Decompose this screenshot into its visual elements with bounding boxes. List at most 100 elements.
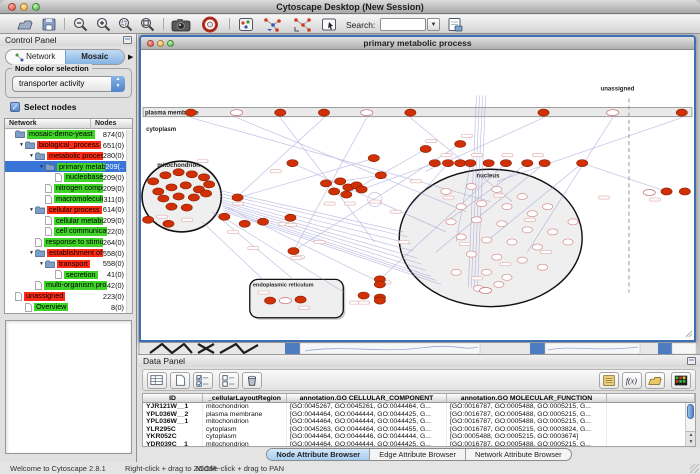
table-cell[interactable]: cytoplasm bbox=[203, 426, 287, 434]
frame-resize-grip[interactable] bbox=[686, 331, 692, 337]
table-cell[interactable]: [GO:0044464, GO:0044444, GO:0044425, G..… bbox=[287, 418, 447, 426]
network-node[interactable] bbox=[188, 194, 199, 201]
window-titlebar[interactable]: Cytoscape Desktop (New Session) bbox=[0, 0, 700, 14]
network-node[interactable] bbox=[198, 174, 209, 181]
network-node[interactable] bbox=[548, 229, 558, 235]
network-node[interactable] bbox=[527, 211, 537, 217]
table-cell[interactable]: [GO:0016787, GO:0005488, GO:0005215, G..… bbox=[447, 418, 607, 426]
network-node[interactable] bbox=[465, 160, 476, 167]
table-cell[interactable]: YJR121W__1 bbox=[143, 403, 203, 411]
attribute-list-icon[interactable] bbox=[599, 372, 619, 389]
network-node[interactable] bbox=[522, 160, 533, 167]
tree-row[interactable]: macromolecule311(0) bbox=[5, 194, 132, 205]
network-canvas[interactable]: plasma membranecytoplasmmitochondrionnuc… bbox=[141, 50, 694, 340]
network-node[interactable] bbox=[405, 109, 416, 116]
expander-icon[interactable]: ▼ bbox=[18, 142, 25, 148]
network-node[interactable] bbox=[429, 160, 440, 167]
delete-attribute-icon[interactable] bbox=[242, 372, 262, 389]
network-node[interactable] bbox=[180, 182, 191, 189]
table-cell[interactable]: [GO:0045267, GO:0045261, GO:0044464, G..… bbox=[287, 403, 447, 411]
network-node[interactable] bbox=[287, 160, 298, 167]
network-node[interactable] bbox=[204, 181, 215, 188]
network-node[interactable] bbox=[500, 160, 511, 167]
network-node[interactable] bbox=[358, 292, 369, 299]
network-node[interactable] bbox=[420, 145, 431, 152]
network-node[interactable] bbox=[517, 193, 527, 199]
network-node[interactable] bbox=[441, 188, 451, 194]
network-node[interactable] bbox=[163, 220, 174, 227]
function-builder-icon[interactable]: f(x) bbox=[622, 372, 642, 389]
table-cell[interactable]: [GO:0005488, GO:0005215, GO:0003674] bbox=[447, 433, 607, 441]
table-cell[interactable]: [GO:0045263, GO:0044464, GO:0044455, G..… bbox=[287, 426, 447, 434]
zoom-selected-icon[interactable] bbox=[117, 16, 135, 33]
network-node[interactable] bbox=[257, 218, 268, 225]
attribute-select-icon[interactable] bbox=[147, 372, 167, 389]
import-attributes-icon[interactable] bbox=[645, 372, 665, 389]
network-node[interactable] bbox=[295, 296, 306, 303]
table-cell[interactable]: mitochondrion bbox=[203, 403, 287, 411]
save-session-icon[interactable] bbox=[40, 16, 58, 33]
network-node[interactable] bbox=[143, 216, 154, 223]
tab-network[interactable]: Network bbox=[6, 50, 65, 64]
expand-network-icon[interactable] bbox=[291, 16, 315, 33]
tree-col-network[interactable]: Network bbox=[5, 119, 91, 128]
table-cell[interactable]: YPL036W__1 bbox=[143, 418, 203, 426]
select-all-attributes-icon[interactable] bbox=[193, 372, 213, 389]
tree-row[interactable]: ▼metabolic process280(0) bbox=[5, 151, 132, 162]
network-node[interactable] bbox=[279, 298, 291, 304]
network-node[interactable] bbox=[502, 274, 512, 280]
network-node[interactable] bbox=[288, 248, 299, 255]
network-node[interactable] bbox=[676, 109, 687, 116]
table-cell[interactable]: YKR052C bbox=[143, 433, 203, 441]
network-node[interactable] bbox=[200, 190, 211, 197]
network-node[interactable] bbox=[275, 109, 286, 116]
network-node[interactable] bbox=[568, 219, 578, 225]
tree-scrollbar[interactable] bbox=[126, 130, 132, 313]
network-node[interactable] bbox=[153, 188, 164, 195]
network-node[interactable] bbox=[532, 244, 542, 250]
network-node[interactable] bbox=[679, 188, 690, 195]
network-node[interactable] bbox=[466, 183, 476, 189]
tree-row[interactable]: cellular metabol209(0) bbox=[5, 215, 132, 226]
table-cell[interactable] bbox=[607, 418, 695, 426]
tree-row[interactable]: response to stimulu264(0) bbox=[5, 237, 132, 248]
tree-row[interactable]: Overview8(0) bbox=[5, 302, 132, 313]
table-column-header[interactable]: annotation.GO CELLULAR_COMPONENT bbox=[287, 394, 447, 403]
network-node[interactable] bbox=[455, 160, 466, 167]
network-node[interactable] bbox=[643, 189, 655, 195]
network-node[interactable] bbox=[539, 160, 550, 167]
tab-network-attribute-browser[interactable]: Network Attribute Browser bbox=[466, 449, 571, 460]
network-node[interactable] bbox=[543, 204, 553, 210]
close-window-icon[interactable] bbox=[8, 3, 16, 11]
table-cell[interactable] bbox=[607, 426, 695, 434]
network-node[interactable] bbox=[497, 221, 507, 227]
network-node[interactable] bbox=[522, 227, 532, 233]
tree-col-nodes[interactable]: Nodes bbox=[91, 119, 132, 128]
network-node[interactable] bbox=[442, 160, 453, 167]
network-node[interactable] bbox=[502, 204, 512, 210]
annotation-icon[interactable] bbox=[320, 16, 338, 33]
network-node[interactable] bbox=[456, 204, 466, 210]
table-column-header[interactable]: _cellularLayoutRegion bbox=[203, 394, 287, 403]
network-node[interactable] bbox=[329, 188, 340, 195]
network-node[interactable] bbox=[563, 239, 573, 245]
table-cell[interactable]: [GO:0044464, GO:0044446, GO:0044444, G..… bbox=[287, 433, 447, 441]
network-node[interactable] bbox=[480, 287, 492, 293]
tree-row[interactable]: cell communicat22(0) bbox=[5, 226, 132, 237]
network-node[interactable] bbox=[577, 160, 588, 167]
new-attribute-icon[interactable] bbox=[170, 372, 190, 389]
node-color-dropdown[interactable]: transporter activity ▲▼ bbox=[12, 76, 125, 92]
float-data-panel-icon[interactable] bbox=[687, 357, 696, 365]
tree-row[interactable]: mosaic-demo-yeast874(0) bbox=[5, 129, 132, 140]
minimize-window-icon[interactable] bbox=[20, 3, 28, 11]
network-node[interactable] bbox=[494, 281, 504, 287]
network-node[interactable] bbox=[166, 184, 177, 191]
network-node[interactable] bbox=[607, 110, 619, 116]
expander-icon[interactable]: ▼ bbox=[38, 261, 45, 267]
table-cell[interactable]: [GO:0016787, GO:0005488, GO:0005215, G..… bbox=[447, 411, 607, 419]
tree-row[interactable]: unassigned223(0) bbox=[5, 291, 132, 302]
tree-row[interactable]: ▼primary metabo209(.. bbox=[5, 161, 132, 172]
table-scrollbar[interactable]: ▲▼ bbox=[685, 403, 695, 446]
table-column-header[interactable]: ID bbox=[143, 394, 203, 403]
network-node[interactable] bbox=[492, 254, 502, 260]
